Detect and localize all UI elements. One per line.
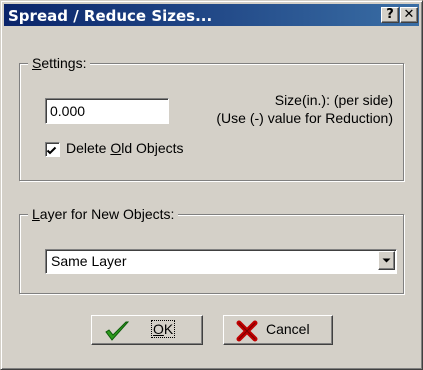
green-checkmark-icon — [105, 321, 130, 341]
size-input[interactable] — [45, 98, 169, 124]
layer-select-value: Same Layer — [51, 253, 127, 269]
delete-old-objects-checkbox[interactable] — [45, 142, 60, 157]
close-icon: ✕ — [403, 7, 415, 22]
cancel-label: Cancel — [266, 321, 310, 337]
layer-select-dropdown-button[interactable] — [378, 251, 395, 270]
dialog-window: Spread / Reduce Sizes... ? ✕ Settings: S… — [0, 0, 423, 370]
help-button[interactable]: ? — [381, 7, 399, 23]
layer-group: Layer for New Objects: Same Layer — [19, 206, 404, 294]
cancel-button[interactable]: Cancel — [223, 315, 333, 345]
close-button[interactable]: ✕ — [400, 7, 418, 23]
settings-group: Settings: Size(in.): (per side) (Use (-)… — [19, 55, 404, 181]
title-bar[interactable]: Spread / Reduce Sizes... ? ✕ — [4, 4, 419, 26]
window-title: Spread / Reduce Sizes... — [8, 7, 213, 25]
size-label: Size(in.): (per side) (Use (-) value for… — [216, 91, 393, 127]
layer-legend: Layer for New Objects: — [28, 206, 179, 222]
red-x-icon — [236, 320, 258, 342]
size-label-line1: Size(in.): (per side) — [274, 92, 393, 108]
ok-label: OK — [150, 320, 176, 338]
down-arrow-icon — [382, 258, 391, 263]
size-label-line2: (Use (-) value for Reduction) — [216, 110, 393, 126]
settings-legend: Settings: — [28, 55, 91, 71]
checkmark-icon — [46, 146, 57, 155]
layer-select[interactable]: Same Layer — [45, 249, 397, 274]
delete-old-objects-label[interactable]: Delete Old Objects — [66, 140, 184, 156]
ok-button[interactable]: OK — [91, 315, 203, 345]
